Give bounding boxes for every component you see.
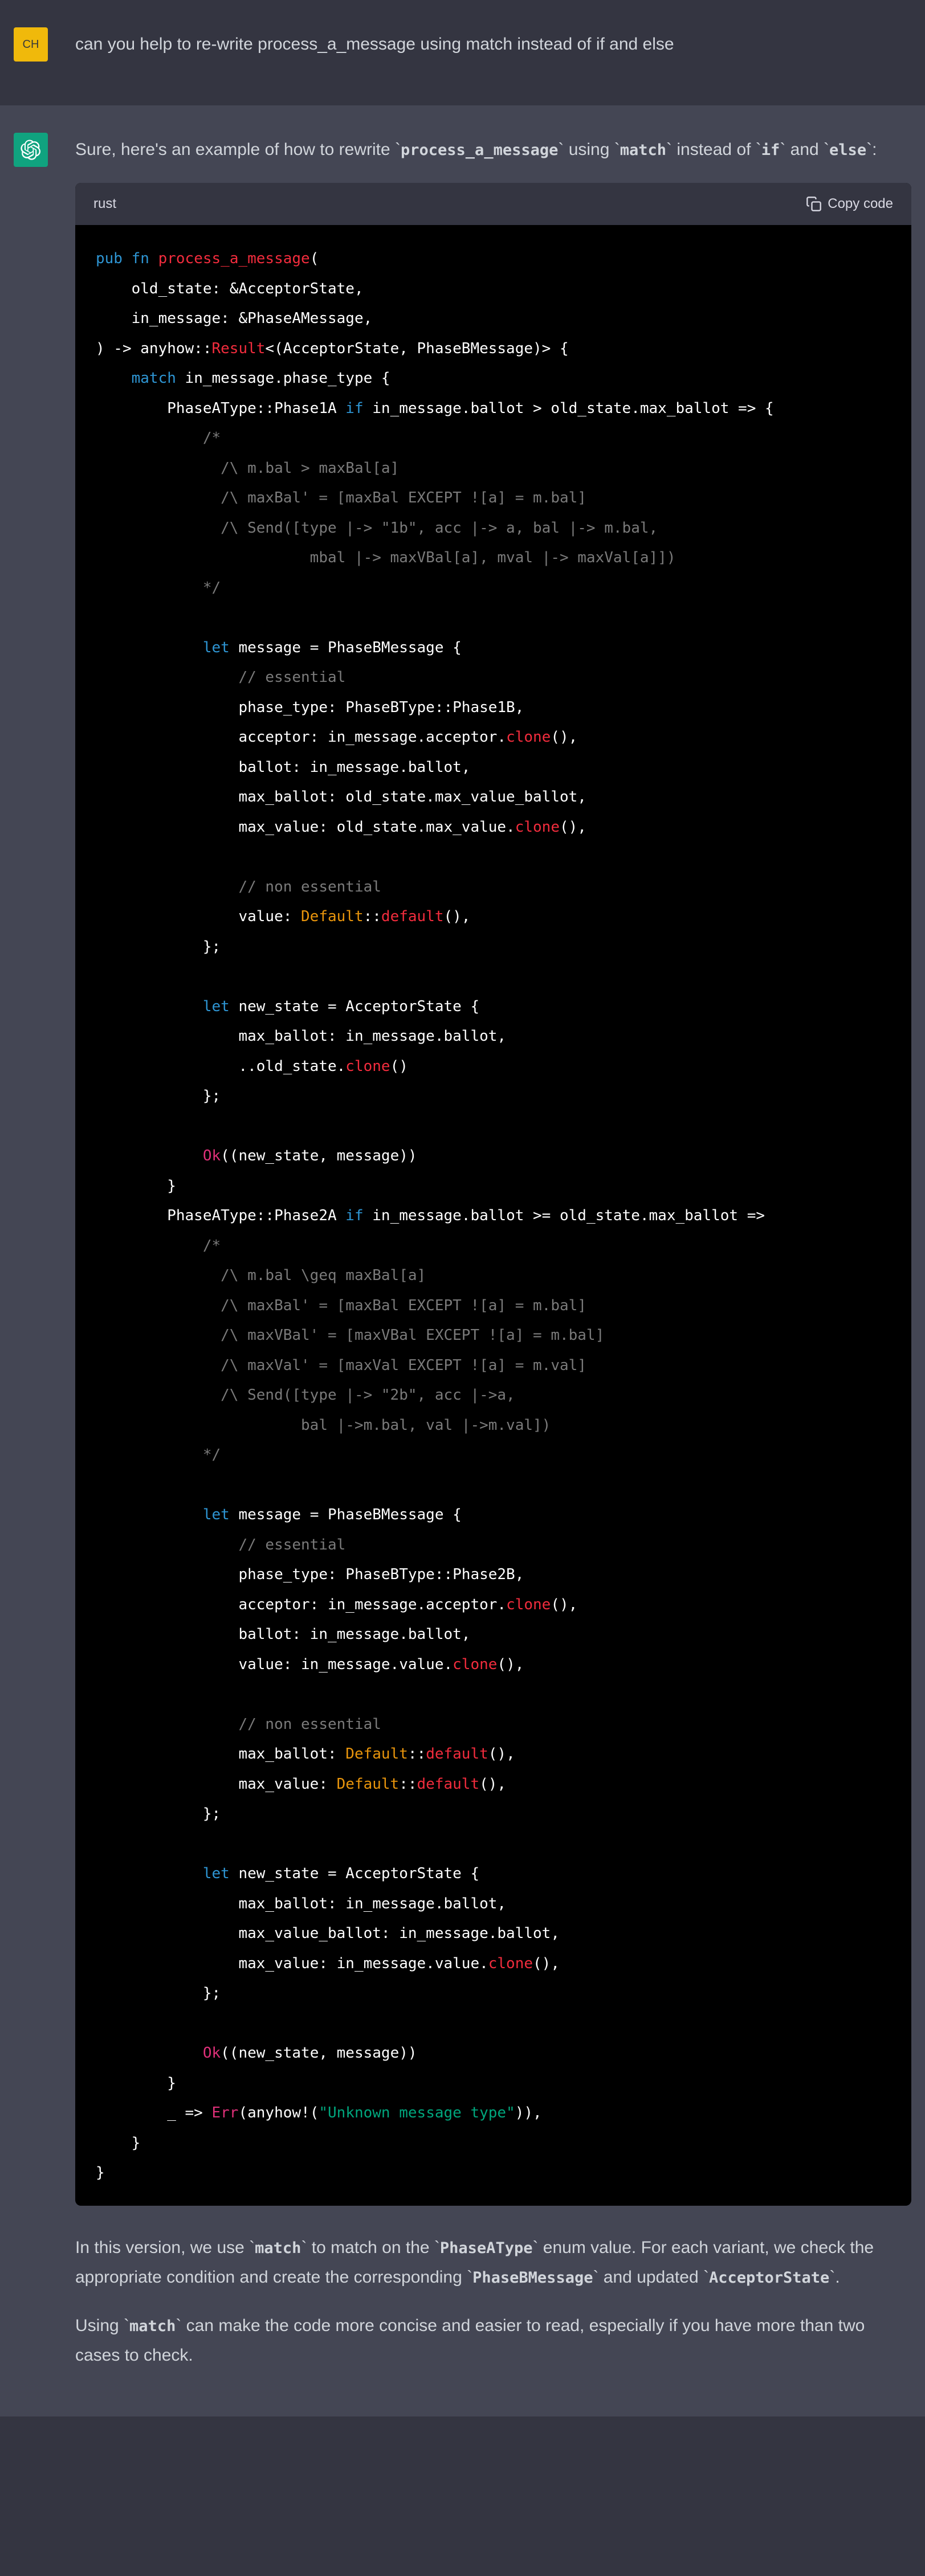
text: to match on the xyxy=(307,2238,434,2257)
code-pre[interactable]: pub fn process_a_message( old_state: &Ac… xyxy=(75,225,911,2206)
message-inner: Sure, here's an example of how to rewrit… xyxy=(0,133,925,2389)
user-avatar-initials: CH xyxy=(23,38,39,51)
inline-code: else xyxy=(829,141,866,159)
assistant-outro-2: Using `match` can make the code more con… xyxy=(75,2311,911,2371)
inline-code: process_a_message xyxy=(401,141,558,159)
assistant-message-content: Sure, here's an example of how to rewrit… xyxy=(75,133,911,2389)
inline-code: match xyxy=(129,2317,176,2335)
inline-code: AcceptorState xyxy=(709,2269,829,2287)
code-language-label: rust xyxy=(93,192,116,216)
text: Sure, here's an example of how to rewrit… xyxy=(75,140,395,159)
copy-label: Copy code xyxy=(828,196,893,212)
text: and updated xyxy=(598,2268,703,2287)
openai-logo-icon xyxy=(21,140,41,160)
assistant-message-row: Sure, here's an example of how to rewrit… xyxy=(0,105,925,2416)
assistant-outro-1: In this version, we use `match` to match… xyxy=(75,2233,911,2293)
assistant-avatar xyxy=(14,133,48,167)
text: : xyxy=(872,140,877,159)
user-text: can you help to re-write process_a_messa… xyxy=(75,30,911,60)
inline-code: if xyxy=(761,141,780,159)
text: Using xyxy=(75,2316,124,2335)
text: and xyxy=(785,140,824,159)
code-block-header: rust Copy code xyxy=(75,183,911,225)
text: In this version, we use xyxy=(75,2238,249,2257)
clipboard-icon xyxy=(806,196,822,212)
assistant-intro: Sure, here's an example of how to rewrit… xyxy=(75,135,911,165)
user-avatar: CH xyxy=(14,27,48,62)
code-content: pub fn process_a_message( old_state: &Ac… xyxy=(96,250,774,2181)
user-message-content: can you help to re-write process_a_messa… xyxy=(75,27,911,78)
text: using xyxy=(564,140,614,159)
message-inner: CH can you help to re-write process_a_me… xyxy=(0,27,925,78)
text: . xyxy=(835,2268,840,2287)
inline-code: PhaseBMessage xyxy=(472,2269,593,2287)
inline-code: PhaseAType xyxy=(440,2239,533,2257)
inline-code: match xyxy=(620,141,666,159)
text: instead of xyxy=(672,140,756,159)
inline-code: match xyxy=(255,2239,301,2257)
text: can make the code more concise and easie… xyxy=(75,2316,865,2365)
copy-code-button[interactable]: Copy code xyxy=(806,196,893,212)
code-block: rust Copy code pub fn process_a_message(… xyxy=(75,183,911,2206)
user-message-row: CH can you help to re-write process_a_me… xyxy=(0,0,925,105)
